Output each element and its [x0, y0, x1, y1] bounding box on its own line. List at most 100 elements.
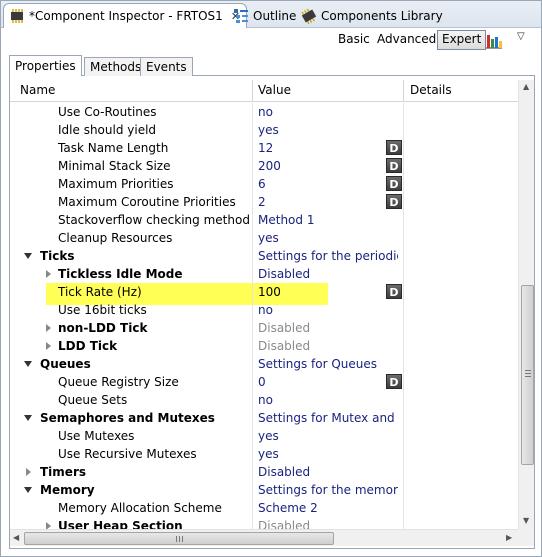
- property-row[interactable]: Use 16bit ticks no: [10, 301, 518, 319]
- property-row[interactable]: Use Mutexes yes: [10, 427, 518, 445]
- property-row[interactable]: Cleanup Resources yes: [10, 229, 518, 247]
- scroll-left-icon[interactable]: ◀: [13, 533, 19, 542]
- property-value[interactable]: Disabled: [258, 519, 398, 529]
- expand-icon[interactable]: [46, 522, 51, 529]
- property-row[interactable]: Queues Settings for Queues: [10, 355, 518, 373]
- property-row[interactable]: Memory Settings for the memory ...: [10, 481, 518, 499]
- basic-mode-button[interactable]: Basic: [338, 32, 370, 46]
- property-row[interactable]: LDD Tick Disabled: [10, 337, 518, 355]
- property-row[interactable]: Queue Registry Size 0 D: [10, 373, 518, 391]
- property-value[interactable]: yes: [258, 231, 398, 245]
- collapse-icon[interactable]: [24, 487, 32, 493]
- property-value[interactable]: no: [258, 105, 398, 119]
- collapse-icon[interactable]: [24, 361, 32, 367]
- property-row[interactable]: Use Recursive Mutexes yes: [10, 445, 518, 463]
- property-row[interactable]: Timers Disabled: [10, 463, 518, 481]
- property-value[interactable]: 6: [258, 177, 398, 191]
- property-name: Memory Allocation Scheme: [58, 501, 222, 515]
- property-row[interactable]: Minimal Stack Size 200 D: [10, 157, 518, 175]
- property-value[interactable]: Scheme 2: [258, 501, 398, 515]
- property-value[interactable]: 12: [258, 141, 398, 155]
- tab-components-library[interactable]: Components Library: [301, 3, 443, 28]
- collapse-icon[interactable]: [24, 415, 32, 421]
- tab-methods[interactable]: Methods: [84, 57, 148, 77]
- property-value[interactable]: Disabled: [258, 321, 398, 335]
- property-value[interactable]: Settings for Queues: [258, 357, 398, 371]
- property-row[interactable]: Stackoverflow checking method Method 1: [10, 211, 518, 229]
- horizontal-scroll-thumb[interactable]: [24, 532, 334, 545]
- column-header-value[interactable]: Value: [258, 83, 291, 97]
- tab-component-inspector-label: *Component Inspector - FRTOS1: [29, 9, 223, 23]
- property-name: Use Mutexes: [58, 429, 135, 443]
- property-name: Semaphores and Mutexes: [40, 411, 215, 425]
- property-value[interactable]: no: [258, 303, 398, 317]
- property-row[interactable]: Use Co-Routines no: [10, 103, 518, 121]
- property-row[interactable]: User Heap Section Disabled: [10, 517, 518, 529]
- property-value[interactable]: 100: [258, 285, 398, 299]
- property-row[interactable]: Tickless Idle Mode Disabled: [10, 265, 518, 283]
- tab-component-inspector[interactable]: *Component Inspector - FRTOS1 ✕: [3, 3, 248, 28]
- view-menu-icon[interactable]: ▽: [517, 31, 525, 42]
- property-value[interactable]: Settings for Mutex and Se...: [258, 411, 398, 425]
- default-value-button[interactable]: D: [386, 176, 402, 191]
- scroll-down-icon[interactable]: ▼: [523, 516, 529, 525]
- property-row[interactable]: Tick Rate (Hz) 100 D: [10, 283, 518, 305]
- property-value[interactable]: Settings for the periodic t...: [258, 249, 398, 263]
- property-name: Tickless Idle Mode: [58, 267, 183, 281]
- inspector-toolbar: Basic Advanced Expert ▽: [1, 28, 541, 53]
- property-name: Use 16bit ticks: [58, 303, 147, 317]
- expand-icon[interactable]: [46, 324, 51, 332]
- expand-icon[interactable]: [46, 342, 51, 350]
- property-row[interactable]: Ticks Settings for the periodic t...: [10, 247, 518, 265]
- default-value-button[interactable]: D: [386, 194, 402, 209]
- tab-events[interactable]: Events: [140, 57, 193, 77]
- property-row[interactable]: Queue Sets no: [10, 391, 518, 409]
- property-name: Cleanup Resources: [58, 231, 173, 245]
- component-inspector-window: *Component Inspector - FRTOS1 ✕ Outline: [0, 0, 542, 557]
- horizontal-scrollbar[interactable]: ◀ ▶: [10, 529, 518, 546]
- column-header-details[interactable]: Details: [410, 83, 452, 97]
- property-row[interactable]: Memory Allocation Scheme Scheme 2: [10, 499, 518, 517]
- scroll-up-icon[interactable]: ▲: [523, 82, 529, 91]
- property-name: non-LDD Tick: [58, 321, 148, 335]
- vertical-scrollbar[interactable]: ▲ ▼: [518, 80, 534, 529]
- column-header-name[interactable]: Name: [20, 83, 55, 97]
- property-name: Use Co-Routines: [58, 105, 157, 119]
- property-value[interactable]: 0: [258, 375, 398, 389]
- tab-properties[interactable]: Properties: [9, 55, 82, 77]
- expand-icon[interactable]: [46, 270, 51, 278]
- default-value-button[interactable]: D: [386, 140, 402, 155]
- property-value[interactable]: 2: [258, 195, 398, 209]
- collapse-icon[interactable]: [24, 253, 32, 259]
- default-value-button[interactable]: D: [386, 374, 402, 389]
- property-value[interactable]: 200: [258, 159, 398, 173]
- default-value-button[interactable]: D: [386, 158, 402, 173]
- expand-icon[interactable]: [26, 468, 31, 476]
- property-value[interactable]: yes: [258, 429, 398, 443]
- property-row[interactable]: Idle should yield yes: [10, 121, 518, 139]
- property-row[interactable]: Semaphores and Mutexes Settings for Mutex…: [10, 409, 518, 427]
- property-value[interactable]: no: [258, 393, 398, 407]
- property-value[interactable]: yes: [258, 447, 398, 461]
- property-name: Task Name Length: [58, 141, 169, 155]
- property-value[interactable]: yes: [258, 123, 398, 137]
- default-value-button[interactable]: D: [386, 284, 402, 299]
- expert-mode-button[interactable]: Expert: [437, 30, 487, 50]
- property-row[interactable]: Task Name Length 12 D: [10, 139, 518, 157]
- property-row[interactable]: non-LDD Tick Disabled: [10, 319, 518, 337]
- property-row[interactable]: Maximum Priorities 6 D: [10, 175, 518, 193]
- property-value[interactable]: Method 1: [258, 213, 398, 227]
- property-row[interactable]: Maximum Coroutine Priorities 2 D: [10, 193, 518, 211]
- components-library-icon: [301, 8, 317, 24]
- property-value[interactable]: Disabled: [258, 465, 398, 479]
- vertical-scroll-thumb[interactable]: [521, 285, 534, 465]
- advanced-mode-button[interactable]: Advanced: [377, 32, 436, 46]
- tab-outline[interactable]: Outline: [233, 3, 296, 28]
- property-value[interactable]: Disabled: [258, 339, 398, 353]
- scroll-right-icon[interactable]: ▶: [506, 533, 512, 542]
- property-name: Timers: [40, 465, 87, 479]
- property-value[interactable]: Settings for the memory ...: [258, 483, 398, 497]
- property-value[interactable]: Disabled: [258, 267, 398, 281]
- property-name: Memory: [40, 483, 95, 497]
- bar-chart-icon[interactable]: [485, 31, 503, 49]
